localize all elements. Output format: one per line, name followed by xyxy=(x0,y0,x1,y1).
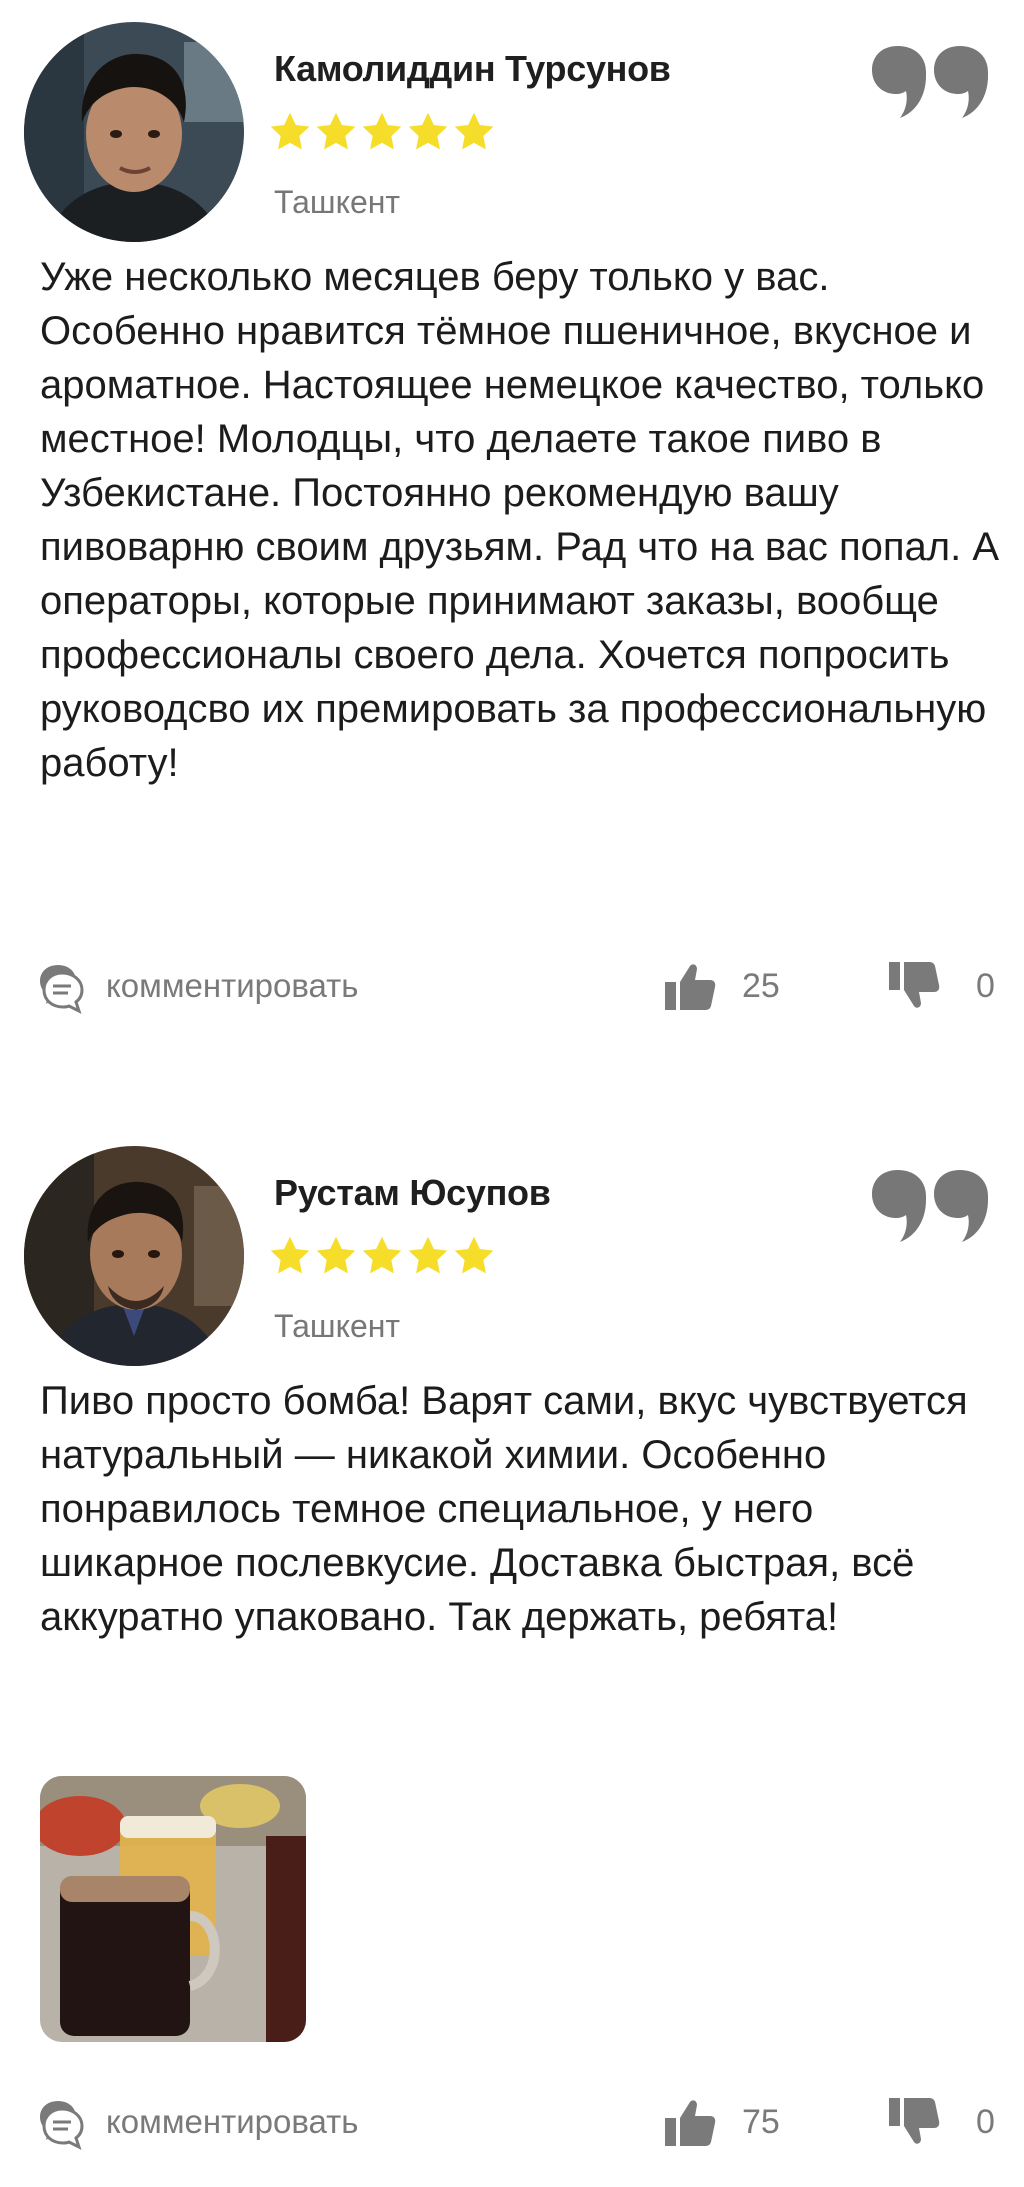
like-count: 75 xyxy=(742,2102,780,2141)
star-icon xyxy=(270,1236,310,1274)
dislike-count: 0 xyxy=(976,966,995,1005)
reviewer-city: Ташкент xyxy=(274,1308,401,1344)
reviewer-city: Ташкент xyxy=(274,184,401,220)
star-icon xyxy=(362,112,402,150)
review-text: Уже несколько месяцев беру только у вас.… xyxy=(40,255,1000,785)
review-photo[interactable] xyxy=(40,1776,306,2042)
comment-button[interactable]: комментировать xyxy=(38,2090,358,2154)
comment-label: комментировать xyxy=(106,967,359,1004)
like-button[interactable]: 75 xyxy=(662,2090,780,2154)
like-button[interactable]: 25 xyxy=(662,954,780,1018)
comment-icon xyxy=(40,2101,84,2150)
review-text: Пиво просто бомба! Варят сами, вкус чувс… xyxy=(40,1379,968,1639)
quote-icon xyxy=(872,1170,988,1242)
like-count: 25 xyxy=(742,966,780,1005)
rating-stars xyxy=(268,1234,496,1282)
thumbs-up-icon xyxy=(665,2100,716,2146)
star-icon xyxy=(454,112,494,150)
rating-stars xyxy=(268,110,496,158)
thumbs-up-icon xyxy=(665,964,716,1010)
comment-label: комментировать xyxy=(106,2103,359,2140)
star-icon xyxy=(316,112,356,150)
comment-button[interactable]: комментировать xyxy=(38,954,358,1018)
star-icon xyxy=(408,112,448,150)
review-actions: комментировать 25 0 xyxy=(0,954,1024,1018)
star-icon xyxy=(408,1236,448,1274)
star-icon xyxy=(362,1236,402,1274)
avatar xyxy=(24,22,244,242)
quote-icon xyxy=(872,46,988,118)
review-actions: комментировать 75 0 xyxy=(0,2090,1024,2154)
star-icon xyxy=(454,1236,494,1274)
star-icon xyxy=(270,112,310,150)
star-icon xyxy=(316,1236,356,1274)
comment-icon xyxy=(40,965,84,1014)
dislike-button[interactable]: 0 xyxy=(886,2090,995,2154)
thumbs-down-icon xyxy=(889,2098,940,2144)
reviewer-name: Камолиддин Турсунов xyxy=(274,48,671,89)
dislike-button[interactable]: 0 xyxy=(886,954,995,1018)
thumbs-down-icon xyxy=(889,962,940,1008)
dislike-count: 0 xyxy=(976,2102,995,2141)
reviewer-name: Рустам Юсупов xyxy=(274,1172,551,1213)
avatar xyxy=(24,1146,244,1366)
